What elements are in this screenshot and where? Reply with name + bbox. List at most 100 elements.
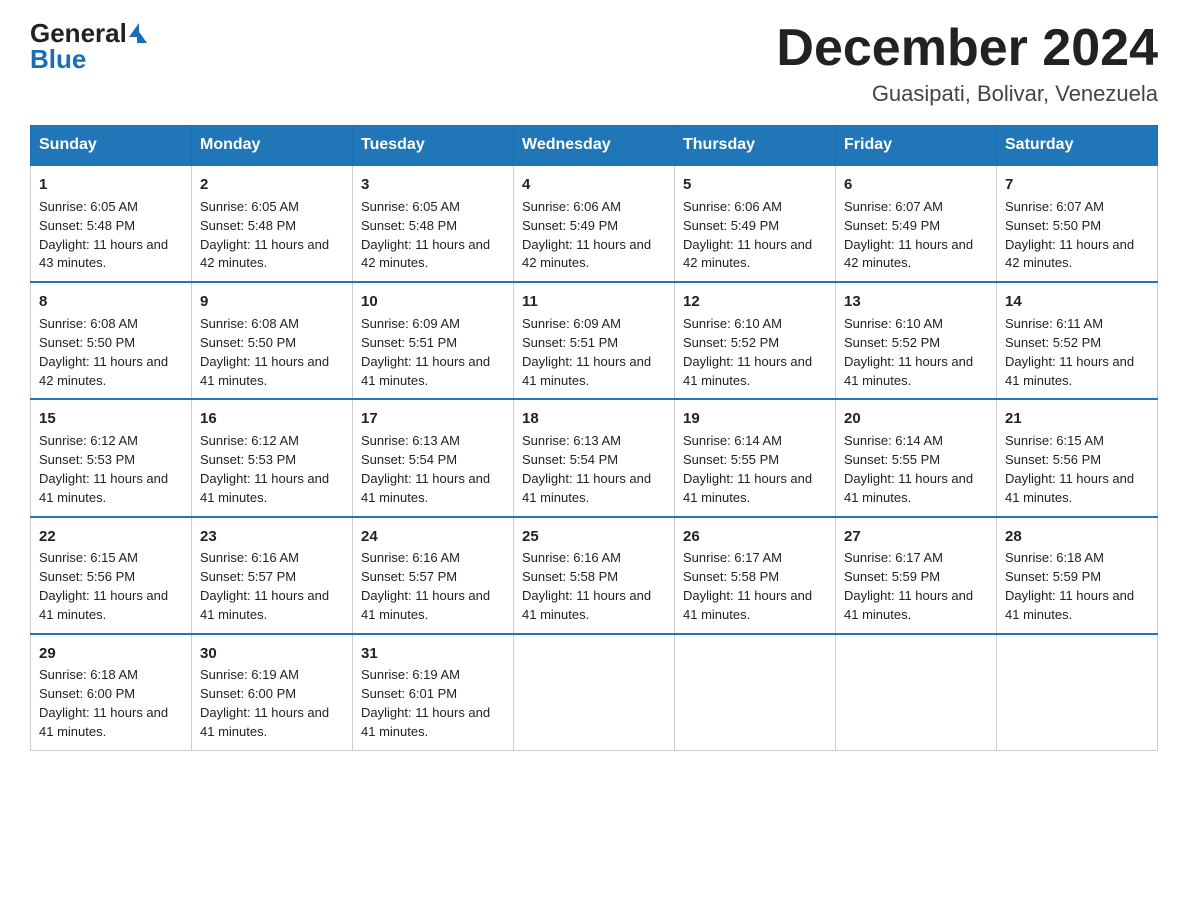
day-info: Sunrise: 6:16 AMSunset: 5:57 PMDaylight:… [200,549,344,624]
day-info: Sunrise: 6:15 AMSunset: 5:56 PMDaylight:… [1005,432,1149,507]
day-number: 29 [39,643,183,665]
day-info: Sunrise: 6:18 AMSunset: 5:59 PMDaylight:… [1005,549,1149,624]
header-day-wednesday: Wednesday [514,126,675,166]
calendar-cell: 16Sunrise: 6:12 AMSunset: 5:53 PMDayligh… [192,399,353,516]
day-number: 22 [39,526,183,548]
calendar-cell: 30Sunrise: 6:19 AMSunset: 6:00 PMDayligh… [192,634,353,751]
day-number: 5 [683,174,827,196]
header-day-friday: Friday [836,126,997,166]
logo: General Blue [30,20,147,72]
day-number: 24 [361,526,505,548]
calendar-cell: 23Sunrise: 6:16 AMSunset: 5:57 PMDayligh… [192,517,353,634]
calendar-cell: 14Sunrise: 6:11 AMSunset: 5:52 PMDayligh… [997,282,1158,399]
header-day-thursday: Thursday [675,126,836,166]
day-info: Sunrise: 6:16 AMSunset: 5:58 PMDaylight:… [522,549,666,624]
day-number: 20 [844,408,988,430]
calendar-cell: 19Sunrise: 6:14 AMSunset: 5:55 PMDayligh… [675,399,836,516]
logo-blue-text: Blue [30,46,86,72]
day-number: 8 [39,291,183,313]
calendar-cell: 1Sunrise: 6:05 AMSunset: 5:48 PMDaylight… [31,165,192,282]
day-info: Sunrise: 6:05 AMSunset: 5:48 PMDaylight:… [39,198,183,273]
title-block: December 2024 Guasipati, Bolivar, Venezu… [776,20,1158,107]
day-info: Sunrise: 6:07 AMSunset: 5:49 PMDaylight:… [844,198,988,273]
header-day-saturday: Saturday [997,126,1158,166]
day-number: 10 [361,291,505,313]
day-info: Sunrise: 6:05 AMSunset: 5:48 PMDaylight:… [200,198,344,273]
calendar-cell: 28Sunrise: 6:18 AMSunset: 5:59 PMDayligh… [997,517,1158,634]
day-info: Sunrise: 6:09 AMSunset: 5:51 PMDaylight:… [361,315,505,390]
month-title: December 2024 [776,20,1158,77]
calendar-cell: 20Sunrise: 6:14 AMSunset: 5:55 PMDayligh… [836,399,997,516]
calendar-week-2: 8Sunrise: 6:08 AMSunset: 5:50 PMDaylight… [31,282,1158,399]
calendar-cell: 4Sunrise: 6:06 AMSunset: 5:49 PMDaylight… [514,165,675,282]
calendar-cell: 9Sunrise: 6:08 AMSunset: 5:50 PMDaylight… [192,282,353,399]
day-number: 25 [522,526,666,548]
calendar-cell [997,634,1158,751]
day-number: 3 [361,174,505,196]
calendar-table: SundayMondayTuesdayWednesdayThursdayFrid… [30,125,1158,751]
header-row: SundayMondayTuesdayWednesdayThursdayFrid… [31,126,1158,166]
calendar-cell: 7Sunrise: 6:07 AMSunset: 5:50 PMDaylight… [997,165,1158,282]
day-number: 4 [522,174,666,196]
day-info: Sunrise: 6:12 AMSunset: 5:53 PMDaylight:… [200,432,344,507]
day-number: 7 [1005,174,1149,196]
calendar-cell: 10Sunrise: 6:09 AMSunset: 5:51 PMDayligh… [353,282,514,399]
day-number: 30 [200,643,344,665]
day-number: 12 [683,291,827,313]
day-number: 14 [1005,291,1149,313]
calendar-cell: 17Sunrise: 6:13 AMSunset: 5:54 PMDayligh… [353,399,514,516]
day-info: Sunrise: 6:10 AMSunset: 5:52 PMDaylight:… [844,315,988,390]
day-info: Sunrise: 6:16 AMSunset: 5:57 PMDaylight:… [361,549,505,624]
day-info: Sunrise: 6:14 AMSunset: 5:55 PMDaylight:… [683,432,827,507]
calendar-cell: 21Sunrise: 6:15 AMSunset: 5:56 PMDayligh… [997,399,1158,516]
calendar-cell [836,634,997,751]
day-info: Sunrise: 6:19 AMSunset: 6:00 PMDaylight:… [200,666,344,741]
calendar-cell: 6Sunrise: 6:07 AMSunset: 5:49 PMDaylight… [836,165,997,282]
day-number: 23 [200,526,344,548]
header-day-sunday: Sunday [31,126,192,166]
calendar-cell: 24Sunrise: 6:16 AMSunset: 5:57 PMDayligh… [353,517,514,634]
day-info: Sunrise: 6:06 AMSunset: 5:49 PMDaylight:… [522,198,666,273]
day-info: Sunrise: 6:13 AMSunset: 5:54 PMDaylight:… [361,432,505,507]
day-info: Sunrise: 6:17 AMSunset: 5:59 PMDaylight:… [844,549,988,624]
calendar-cell: 27Sunrise: 6:17 AMSunset: 5:59 PMDayligh… [836,517,997,634]
day-info: Sunrise: 6:09 AMSunset: 5:51 PMDaylight:… [522,315,666,390]
day-number: 19 [683,408,827,430]
calendar-cell: 13Sunrise: 6:10 AMSunset: 5:52 PMDayligh… [836,282,997,399]
day-info: Sunrise: 6:19 AMSunset: 6:01 PMDaylight:… [361,666,505,741]
calendar-cell: 26Sunrise: 6:17 AMSunset: 5:58 PMDayligh… [675,517,836,634]
calendar-cell: 11Sunrise: 6:09 AMSunset: 5:51 PMDayligh… [514,282,675,399]
day-info: Sunrise: 6:07 AMSunset: 5:50 PMDaylight:… [1005,198,1149,273]
day-number: 26 [683,526,827,548]
calendar-week-1: 1Sunrise: 6:05 AMSunset: 5:48 PMDaylight… [31,165,1158,282]
calendar-cell: 2Sunrise: 6:05 AMSunset: 5:48 PMDaylight… [192,165,353,282]
day-info: Sunrise: 6:11 AMSunset: 5:52 PMDaylight:… [1005,315,1149,390]
calendar-cell: 15Sunrise: 6:12 AMSunset: 5:53 PMDayligh… [31,399,192,516]
day-number: 11 [522,291,666,313]
day-number: 16 [200,408,344,430]
calendar-cell [675,634,836,751]
calendar-cell [514,634,675,751]
day-info: Sunrise: 6:10 AMSunset: 5:52 PMDaylight:… [683,315,827,390]
day-info: Sunrise: 6:17 AMSunset: 5:58 PMDaylight:… [683,549,827,624]
calendar-body: 1Sunrise: 6:05 AMSunset: 5:48 PMDaylight… [31,165,1158,750]
calendar-cell: 22Sunrise: 6:15 AMSunset: 5:56 PMDayligh… [31,517,192,634]
day-info: Sunrise: 6:18 AMSunset: 6:00 PMDaylight:… [39,666,183,741]
day-info: Sunrise: 6:08 AMSunset: 5:50 PMDaylight:… [39,315,183,390]
day-number: 18 [522,408,666,430]
day-number: 15 [39,408,183,430]
day-number: 2 [200,174,344,196]
calendar-cell: 29Sunrise: 6:18 AMSunset: 6:00 PMDayligh… [31,634,192,751]
calendar-cell: 18Sunrise: 6:13 AMSunset: 5:54 PMDayligh… [514,399,675,516]
day-info: Sunrise: 6:15 AMSunset: 5:56 PMDaylight:… [39,549,183,624]
day-info: Sunrise: 6:05 AMSunset: 5:48 PMDaylight:… [361,198,505,273]
calendar-cell: 8Sunrise: 6:08 AMSunset: 5:50 PMDaylight… [31,282,192,399]
day-number: 21 [1005,408,1149,430]
day-number: 27 [844,526,988,548]
day-number: 6 [844,174,988,196]
day-number: 9 [200,291,344,313]
calendar-week-4: 22Sunrise: 6:15 AMSunset: 5:56 PMDayligh… [31,517,1158,634]
header-day-tuesday: Tuesday [353,126,514,166]
calendar-cell: 12Sunrise: 6:10 AMSunset: 5:52 PMDayligh… [675,282,836,399]
day-info: Sunrise: 6:14 AMSunset: 5:55 PMDaylight:… [844,432,988,507]
